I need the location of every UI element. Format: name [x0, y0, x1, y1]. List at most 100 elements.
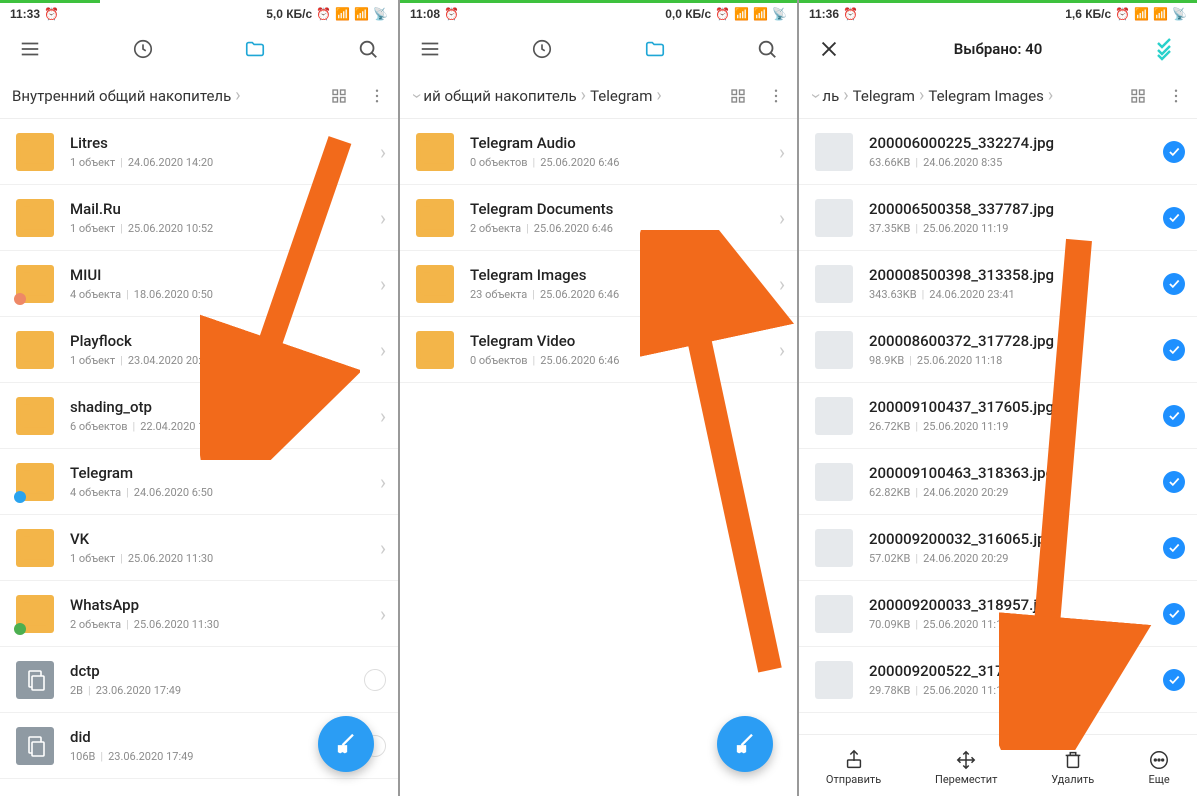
file-list: Telegram Audio0 объектов|25.06.2020 6:46…: [400, 119, 797, 796]
chevron-right-icon: ›: [380, 536, 386, 560]
checkbox-icon[interactable]: [1163, 141, 1185, 163]
action-trash[interactable]: Удалить: [1051, 749, 1094, 786]
action-label: Переместит: [935, 773, 997, 786]
share-icon: [843, 749, 865, 771]
action-more[interactable]: Еще: [1148, 749, 1170, 786]
item-meta: 0 объектов|25.06.2020 6:46: [470, 156, 771, 169]
alarm-icon-2: ⏰: [1115, 7, 1130, 21]
more-vert-icon[interactable]: [368, 87, 386, 105]
image-thumbnail: [815, 331, 853, 369]
chevron-right-icon: ›: [843, 87, 848, 105]
folder-icon: [416, 133, 454, 171]
selection-title: Выбрано: 40: [954, 40, 1043, 58]
action-move[interactable]: Переместит: [935, 749, 997, 786]
chevron-right-icon: ›: [380, 470, 386, 494]
item-meta: 70.09KB|25.06.2020 11:19: [869, 618, 1155, 631]
list-item[interactable]: Telegram Audio0 объектов|25.06.2020 6:46…: [400, 119, 797, 185]
search-icon[interactable]: [356, 37, 380, 61]
breadcrumb-item[interactable]: Внутренний общий накопитель: [12, 87, 231, 105]
file-icon: [16, 727, 54, 765]
item-meta: 1 объект|23.04.2020 20:27: [70, 354, 372, 367]
list-item[interactable]: 200009100463_318363.jpg62.82KB|24.06.202…: [799, 449, 1197, 515]
action-label: Отправить: [826, 773, 881, 786]
item-meta: 4 объекта|24.06.2020 6:50: [70, 486, 372, 499]
chevron-down-icon[interactable]: ›: [412, 93, 426, 98]
list-item[interactable]: WhatsApp2 объекта|25.06.2020 11:30›: [0, 581, 398, 647]
list-item[interactable]: 200008500398_313358.jpg343.63KB|24.06.20…: [799, 251, 1197, 317]
item-meta: 1 объект|25.06.2020 11:30: [70, 552, 372, 565]
breadcrumb-item[interactable]: Telegram: [590, 87, 652, 105]
clean-fab[interactable]: [717, 716, 773, 772]
item-name: WhatsApp: [70, 596, 372, 614]
checkbox-icon[interactable]: [1163, 537, 1185, 559]
list-item[interactable]: 200009100437_317605.jpg26.72KB|25.06.202…: [799, 383, 1197, 449]
chevron-right-icon: ›: [656, 87, 661, 105]
list-item[interactable]: Telegram Images23 объекта|25.06.2020 6:4…: [400, 251, 797, 317]
list-item[interactable]: Playflock1 объект|23.04.2020 20:27›: [0, 317, 398, 383]
search-icon[interactable]: [755, 37, 779, 61]
image-thumbnail: [815, 529, 853, 567]
history-icon[interactable]: [131, 37, 155, 61]
list-item[interactable]: 200006500358_337787.jpg37.35KB|25.06.202…: [799, 185, 1197, 251]
more-vert-icon[interactable]: [1167, 87, 1185, 105]
grid-view-icon[interactable]: [330, 87, 348, 105]
menu-icon[interactable]: [418, 37, 442, 61]
checkbox-icon[interactable]: [364, 669, 386, 691]
more-vert-icon[interactable]: [767, 87, 785, 105]
chevron-down-icon[interactable]: ›: [811, 93, 825, 98]
list-item[interactable]: 200009200522_317...29.78KB|25.06.2020 11…: [799, 647, 1197, 713]
breadcrumb-bar: › ий общий накопитель › Telegram ›: [400, 73, 797, 119]
alarm-icon: ⏰: [444, 7, 459, 21]
list-item[interactable]: 200009200032_316065.jpg57.02KB|24.06.202…: [799, 515, 1197, 581]
checkbox-icon[interactable]: [1163, 405, 1185, 427]
list-item[interactable]: VK1 объект|25.06.2020 11:30›: [0, 515, 398, 581]
folder-icon[interactable]: [643, 37, 667, 61]
list-item[interactable]: Telegram Video0 объектов|25.06.2020 6:46…: [400, 317, 797, 383]
checkbox-icon[interactable]: [1163, 339, 1185, 361]
signal-icon-2: 📶: [354, 7, 369, 21]
folder-icon[interactable]: [243, 37, 267, 61]
item-name: Telegram Images: [470, 266, 771, 284]
chevron-right-icon: ›: [380, 206, 386, 230]
list-item[interactable]: Telegram4 объекта|24.06.2020 6:50›: [0, 449, 398, 515]
select-all-icon[interactable]: [1155, 37, 1179, 61]
wifi-icon: 📡: [1172, 7, 1187, 21]
status-net: 1,6 КБ/с: [1065, 7, 1111, 21]
breadcrumb-item[interactable]: ий общий накопитель: [423, 87, 576, 105]
close-icon[interactable]: [817, 37, 841, 61]
file-icon: [16, 661, 54, 699]
item-meta: 4 объекта|18.06.2020 0:50: [70, 288, 372, 301]
checkbox-icon[interactable]: [1163, 207, 1185, 229]
folder-icon: [16, 463, 54, 501]
item-meta: 1 объект|25.06.2020 10:52: [70, 222, 372, 235]
list-item[interactable]: Telegram Documents2 объекта|25.06.2020 6…: [400, 185, 797, 251]
history-icon[interactable]: [530, 37, 554, 61]
menu-icon[interactable]: [18, 37, 42, 61]
action-label: Удалить: [1051, 773, 1094, 786]
grid-view-icon[interactable]: [729, 87, 747, 105]
breadcrumb-item[interactable]: Telegram Images: [928, 87, 1044, 105]
phone-screen-1: 11:33 ⏰ 5,0 КБ/с ⏰ 📶 📶 📡 Внутренний общи…: [0, 0, 399, 796]
list-item[interactable]: shading_otp6 объектов|22.04.2020 14:09›: [0, 383, 398, 449]
breadcrumb-item[interactable]: Telegram: [853, 87, 915, 105]
status-time: 11:33: [10, 7, 40, 21]
checkbox-icon[interactable]: [1163, 273, 1185, 295]
list-item[interactable]: Litres1 объект|24.06.2020 14:20›: [0, 119, 398, 185]
list-item[interactable]: dctp2B|23.06.2020 17:49: [0, 647, 398, 713]
image-thumbnail: [815, 397, 853, 435]
clean-fab[interactable]: [318, 716, 374, 772]
list-item[interactable]: Mail.Ru1 объект|25.06.2020 10:52›: [0, 185, 398, 251]
list-item[interactable]: 200006000225_332274.jpg63.66KB|24.06.202…: [799, 119, 1197, 185]
checkbox-icon[interactable]: [1163, 669, 1185, 691]
image-thumbnail: [815, 463, 853, 501]
list-item[interactable]: 200009200033_318957.jpg70.09KB|25.06.202…: [799, 581, 1197, 647]
grid-view-icon[interactable]: [1129, 87, 1147, 105]
checkbox-icon[interactable]: [1163, 471, 1185, 493]
list-item[interactable]: 200008600372_317728.jpg98.9KB|25.06.2020…: [799, 317, 1197, 383]
status-net: 5,0 КБ/с: [266, 7, 312, 21]
chevron-right-icon: ›: [581, 87, 586, 105]
action-share[interactable]: Отправить: [826, 749, 881, 786]
phone-screen-2: 11:08 ⏰ 0,0 КБ/с ⏰ 📶 📶 📡 › ий общий нако…: [399, 0, 798, 796]
list-item[interactable]: MIUI4 объекта|18.06.2020 0:50›: [0, 251, 398, 317]
checkbox-icon[interactable]: [1163, 603, 1185, 625]
